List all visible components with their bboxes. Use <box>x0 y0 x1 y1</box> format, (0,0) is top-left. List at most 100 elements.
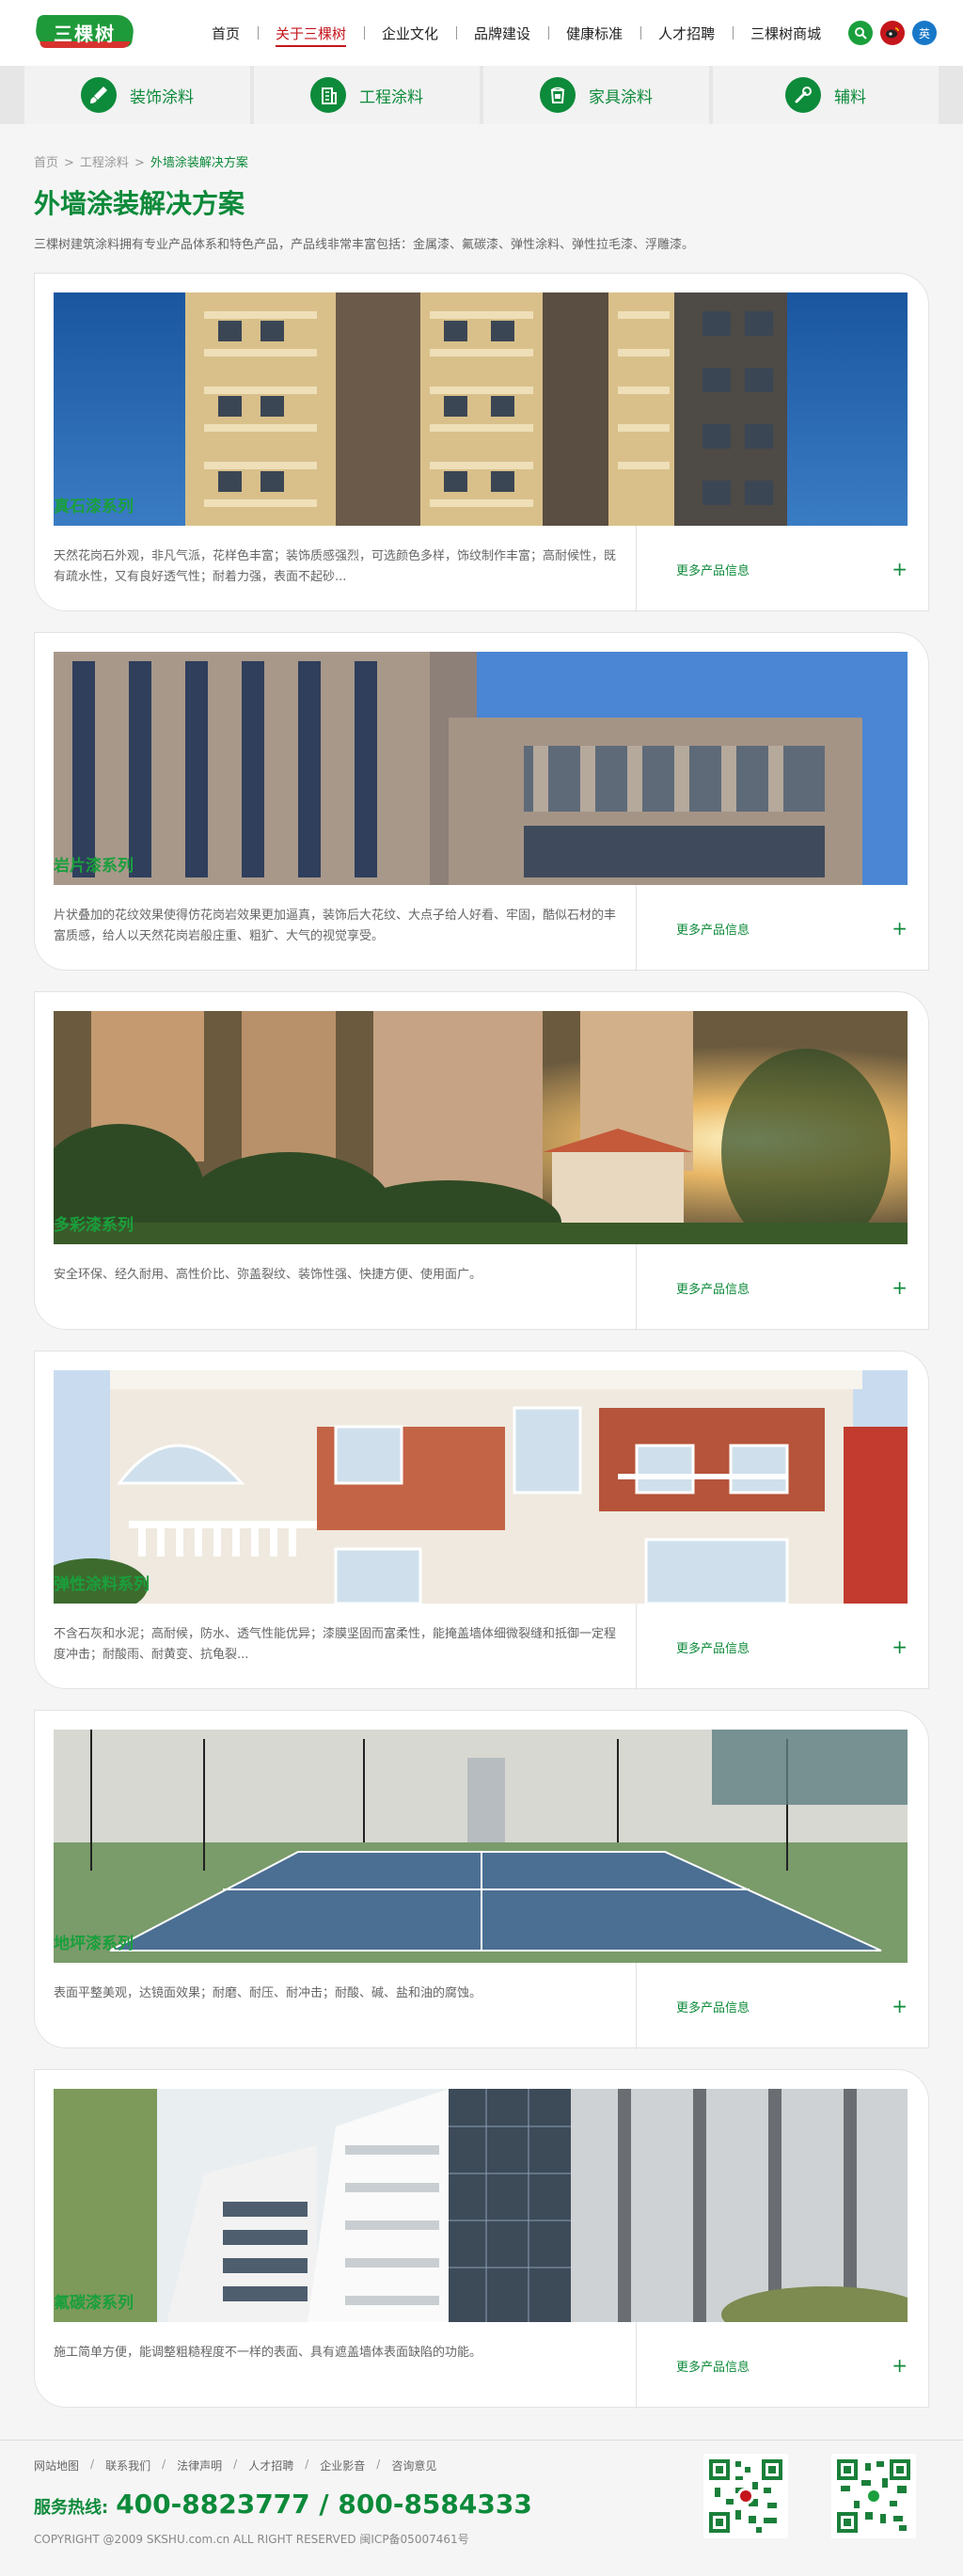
footer-separator: / <box>305 2457 309 2471</box>
more-info-label: 更多产品信息 <box>676 2360 750 2375</box>
breadcrumb-home[interactable]: 首页 <box>34 156 58 170</box>
weibo-qr-code <box>703 2454 788 2538</box>
product-series-title: 多彩漆系列 <box>54 1216 134 1235</box>
category-engineering-paint[interactable]: 工程涂料 <box>254 66 480 124</box>
search-icon[interactable] <box>848 21 873 45</box>
product-series-title: 岩片漆系列 <box>54 857 134 876</box>
product-card: 地坪漆系列 表面平整美观，达镜面效果；耐磨、耐压、耐冲击；耐酸、碱、盐和油的腐蚀… <box>34 1710 929 2049</box>
card-footer: 施工简单方便，能调整粗糙程度不一样的表面、具有遮盖墙体表面缺陷的功能。 更多产品… <box>54 2322 909 2409</box>
footer-separator: / <box>376 2457 381 2471</box>
footer-separator: / <box>233 2457 238 2471</box>
more-info-link[interactable]: 更多产品信息 + <box>637 885 909 972</box>
footer-link-contact[interactable]: 联系我们 <box>105 2457 150 2473</box>
plus-icon: + <box>892 1276 908 1299</box>
main-content: 首页 > 工程涂料 > 外墙涂装解决方案 外墙涂装解决方案 三棵树建筑涂料拥有专业产品体… <box>0 152 963 2409</box>
logo-text: 三棵树 <box>54 23 116 45</box>
product-image: 真石漆系列 <box>54 292 908 526</box>
card-footer: 片状叠加的花纹效果使得仿花岗岩效果更加逼真，装饰后大花纹、大点子给人好看、牢固，… <box>54 885 909 972</box>
wechat-qr-code <box>831 2454 916 2538</box>
nav-item-careers[interactable]: 人才招聘 <box>640 24 733 43</box>
hotline-numbers: 400-8823777 / 800-8584333 <box>116 2489 532 2520</box>
product-image: 岩片漆系列 <box>54 652 908 885</box>
paint-bucket-icon <box>540 77 576 113</box>
more-info-label: 更多产品信息 <box>676 563 750 578</box>
more-info-link[interactable]: 更多产品信息 + <box>637 2322 909 2409</box>
hotline-label: 服务热线: <box>34 2498 109 2518</box>
category-furniture-paint[interactable]: 家具涂料 <box>483 66 709 124</box>
product-description: 天然花岗石外观，非凡气派，花样色丰富；装饰质感强烈，可选颜色多样，饰纹制作丰富；… <box>54 526 637 612</box>
copyright: COPYRIGHT @2009 SKSHU.com.cn ALL RIGHT R… <box>34 2533 469 2546</box>
category-decorative-paint[interactable]: 装饰涂料 <box>24 66 250 124</box>
footer-link-sitemap[interactable]: 网站地图 <box>34 2457 79 2473</box>
more-info-label: 更多产品信息 <box>676 1641 750 1656</box>
product-card: 岩片漆系列 片状叠加的花纹效果使得仿花岗岩效果更加逼真，装饰后大花纹、大点子给人… <box>34 632 929 972</box>
product-description: 安全环保、经久耐用、高性价比、弥盖裂纹、装饰性强、快捷方便、使用面广。 <box>54 1244 637 1331</box>
footer-separator: / <box>90 2457 95 2471</box>
main-nav: 首页 关于三棵树 企业文化 品牌建设 健康标准 人才招聘 三棵树商城 <box>194 0 839 66</box>
breadcrumb: 首页 > 工程涂料 > 外墙涂装解决方案 <box>34 152 929 170</box>
breadcrumb-engineering[interactable]: 工程涂料 <box>80 156 129 170</box>
product-image: 氟碳漆系列 <box>54 2089 908 2322</box>
product-series-title: 弹性涂料系列 <box>54 1575 150 1594</box>
header-icons: 英 <box>848 21 937 45</box>
category-label: 工程涂料 <box>359 87 423 107</box>
tools-icon <box>785 77 821 113</box>
more-info-link[interactable]: 更多产品信息 + <box>637 526 909 612</box>
product-image: 弹性涂料系列 <box>54 1370 908 1604</box>
more-info-label: 更多产品信息 <box>676 923 750 938</box>
plus-icon: + <box>892 1995 908 2017</box>
footer-link-feedback[interactable]: 咨询意见 <box>391 2457 436 2473</box>
footer-separator: / <box>162 2457 166 2471</box>
footer-link-careers[interactable]: 人才招聘 <box>248 2457 293 2473</box>
card-footer: 安全环保、经久耐用、高性价比、弥盖裂纹、装饰性强、快捷方便、使用面广。 更多产品… <box>54 1244 909 1331</box>
product-description: 片状叠加的花纹效果使得仿花岗岩效果更加逼真，装饰后大花纹、大点子给人好看、牢固，… <box>54 885 637 972</box>
plus-icon: + <box>892 1636 908 1658</box>
footer-link-media[interactable]: 企业影音 <box>320 2457 365 2473</box>
site-header: 三棵树 首页 关于三棵树 企业文化 品牌建设 健康标准 人才招聘 三棵树商城 英 <box>0 0 963 66</box>
product-series-title: 地坪漆系列 <box>54 1935 134 1953</box>
more-info-link[interactable]: 更多产品信息 + <box>637 1604 909 1690</box>
footer-link-legal[interactable]: 法律声明 <box>177 2457 222 2473</box>
product-image: 多彩漆系列 <box>54 1011 908 1244</box>
breadcrumb-separator: > <box>64 156 74 170</box>
product-card: 真石漆系列 天然花岗石外观，非凡气派，花样色丰富；装饰质感强烈，可选颜色多样，饰… <box>34 273 929 612</box>
footer-links: 网站地图 / 联系我们 / 法律声明 / 人才招聘 / 企业影音 / 咨询意见 <box>34 2457 929 2473</box>
site-logo[interactable]: 三棵树 <box>33 13 136 51</box>
card-footer: 不含石灰和水泥；高耐候，防水、透气性能优异；漆膜坚固而富柔性，能掩盖墙体细微裂缝… <box>54 1604 909 1690</box>
nav-item-mall[interactable]: 三棵树商城 <box>733 24 839 43</box>
more-info-label: 更多产品信息 <box>676 2000 750 2015</box>
product-card: 氟碳漆系列 施工简单方便，能调整粗糙程度不一样的表面、具有遮盖墙体表面缺陷的功能… <box>34 2069 929 2409</box>
product-description: 施工简单方便，能调整粗糙程度不一样的表面、具有遮盖墙体表面缺陷的功能。 <box>54 2322 637 2409</box>
page-title: 外墙涂装解决方案 <box>34 188 245 219</box>
nav-item-about[interactable]: 关于三棵树 <box>258 24 364 47</box>
product-series-title: 氟碳漆系列 <box>54 2294 134 2313</box>
category-accessories[interactable]: 辅料 <box>713 66 939 124</box>
product-card: 多彩漆系列 安全环保、经久耐用、高性价比、弥盖裂纹、装饰性强、快捷方便、使用面广… <box>34 991 929 1331</box>
plus-icon: + <box>892 2354 908 2377</box>
building-icon <box>310 77 346 113</box>
nav-item-health[interactable]: 健康标准 <box>548 24 640 43</box>
paint-brush-icon <box>81 77 117 113</box>
more-info-link[interactable]: 更多产品信息 + <box>637 1963 909 2049</box>
page-description: 三棵树建筑涂料拥有专业产品体系和特色产品，产品线非常丰富包括：金属漆、氟碳漆、弹… <box>34 238 695 252</box>
plus-icon: + <box>892 558 908 580</box>
more-info-label: 更多产品信息 <box>676 1282 750 1297</box>
category-label: 家具涂料 <box>589 87 653 107</box>
product-description: 表面平整美观，达镜面效果；耐磨、耐压、耐冲击；耐酸、碱、盐和油的腐蚀。 <box>54 1963 637 2049</box>
site-footer: 网站地图 / 联系我们 / 法律声明 / 人才招聘 / 企业影音 / 咨询意见 服务热线:… <box>0 2440 963 2576</box>
language-switch-english[interactable]: 英 <box>912 21 937 45</box>
nav-item-brand[interactable]: 品牌建设 <box>456 24 548 43</box>
card-footer: 天然花岗石外观，非凡气派，花样色丰富；装饰质感强烈，可选颜色多样，饰纹制作丰富；… <box>54 526 909 612</box>
product-card: 弹性涂料系列 不含石灰和水泥；高耐候，防水、透气性能优异；漆膜坚固而富柔性，能掩… <box>34 1351 929 1690</box>
weibo-icon[interactable] <box>880 21 905 45</box>
category-label: 辅料 <box>834 87 866 107</box>
product-description: 不含石灰和水泥；高耐候，防水、透气性能优异；漆膜坚固而富柔性，能掩盖墙体细微裂缝… <box>54 1604 637 1690</box>
category-bar: 装饰涂料 工程涂料 家具涂料 辅料 <box>0 66 963 124</box>
plus-icon: + <box>892 917 908 940</box>
more-info-link[interactable]: 更多产品信息 + <box>637 1244 909 1331</box>
card-footer: 表面平整美观，达镜面效果；耐磨、耐压、耐冲击；耐酸、碱、盐和油的腐蚀。 更多产品… <box>54 1963 909 2049</box>
product-series-title: 真石漆系列 <box>54 498 134 516</box>
nav-item-home[interactable]: 首页 <box>194 24 258 43</box>
breadcrumb-separator: > <box>134 156 145 170</box>
nav-item-culture[interactable]: 企业文化 <box>364 24 456 43</box>
